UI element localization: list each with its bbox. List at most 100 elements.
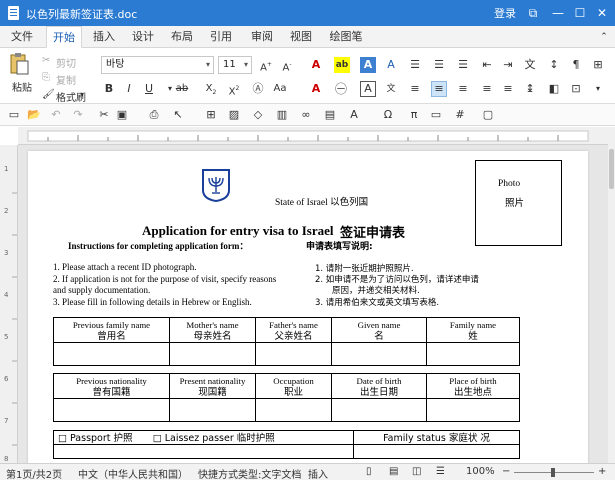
header-icon[interactable]: ▭: [428, 107, 444, 123]
shading-icon[interactable]: ◧: [546, 81, 562, 97]
table-icon[interactable]: ⊞: [203, 107, 219, 123]
vertical-scrollbar[interactable]: [608, 127, 615, 463]
paste-button[interactable]: 粘贴: [12, 79, 32, 94]
highlight-icon[interactable]: ab: [334, 57, 350, 73]
zoom-level[interactable]: 100%: [466, 466, 495, 477]
save-icon[interactable]: ▣: [114, 107, 130, 123]
document-canvas[interactable]: Photo 照片 State of Israel 以色列国 Applicatio…: [18, 145, 608, 463]
collapse-ribbon-icon[interactable]: ⌃: [597, 26, 611, 48]
input-cell[interactable]: [426, 342, 520, 366]
text-effect-icon[interactable]: Ⓐ: [250, 81, 266, 97]
language-status[interactable]: 中文（中华人民共和国）: [78, 466, 188, 480]
font-name-select[interactable]: 바탕 ▾: [101, 56, 214, 74]
close-icon[interactable]: ✕: [591, 2, 613, 24]
print-icon[interactable]: ⎙: [146, 107, 162, 123]
chevron-down-icon[interactable]: ▾: [80, 90, 84, 99]
vertical-ruler[interactable]: 1 2 3 4 5 6 7 8: [0, 145, 18, 463]
align-center-icon[interactable]: ≡: [431, 81, 447, 97]
char-shading-icon[interactable]: A: [360, 57, 376, 73]
textbox-icon[interactable]: ▤: [322, 107, 338, 123]
input-cell[interactable]: [255, 398, 332, 422]
tab-draw[interactable]: 绘图笔: [326, 26, 366, 48]
numbering-icon[interactable]: ☰: [431, 57, 447, 73]
tab-file[interactable]: 文件: [4, 26, 40, 48]
multilevel-list-icon[interactable]: ☰: [455, 57, 471, 73]
maximize-icon[interactable]: ☐: [569, 2, 591, 24]
char-border-icon[interactable]: A: [360, 81, 376, 97]
open-folder-icon[interactable]: 📂: [26, 107, 42, 123]
distribute-icon[interactable]: ≡: [500, 81, 516, 97]
zoom-in-icon[interactable]: +: [598, 466, 606, 477]
bullets-icon[interactable]: ☰: [407, 57, 423, 73]
format-painter-icon[interactable]: 🖌: [42, 89, 55, 100]
input-cell[interactable]: [331, 398, 427, 422]
strikethrough-icon[interactable]: ab: [174, 81, 190, 97]
read-mode-icon[interactable]: ▯: [366, 466, 372, 477]
font-size-select[interactable]: 11 ▾: [218, 56, 252, 74]
new-doc-icon[interactable]: ▭: [6, 107, 22, 123]
tab-view[interactable]: 视图: [283, 26, 319, 48]
tab-layout[interactable]: 布局: [164, 26, 200, 48]
paste-icon[interactable]: [9, 52, 29, 76]
chevron-down-icon[interactable]: ▾: [590, 81, 606, 97]
clear-format-icon[interactable]: A: [383, 57, 399, 73]
subscript-icon[interactable]: X2: [203, 81, 219, 97]
tab-home[interactable]: 开始: [46, 26, 82, 48]
input-cell[interactable]: [53, 444, 354, 459]
shrink-font-icon[interactable]: A-: [279, 57, 295, 73]
underline-icon[interactable]: U: [141, 81, 157, 97]
scroll-thumb[interactable]: [609, 149, 614, 189]
redo-icon[interactable]: ↷: [70, 107, 86, 123]
ribbon-display-icon[interactable]: ⧉: [522, 2, 544, 24]
show-marks-icon[interactable]: ¶: [568, 57, 584, 73]
phonetic-icon[interactable]: 文: [383, 81, 399, 97]
input-cell[interactable]: [426, 398, 520, 422]
laissez-passer-checkbox[interactable]: □ Laissez passer 临时护照: [153, 433, 275, 444]
decrease-indent-icon[interactable]: ⇤: [479, 57, 495, 73]
equation-icon[interactable]: π: [406, 107, 422, 123]
tab-design[interactable]: 设计: [125, 26, 161, 48]
insert-mode[interactable]: 插入: [308, 466, 328, 480]
copy-button[interactable]: 复制: [56, 72, 76, 87]
input-cell[interactable]: [169, 342, 256, 366]
outline-icon[interactable]: ☰: [436, 466, 445, 477]
tab-insert[interactable]: 插入: [86, 26, 122, 48]
symbol-icon[interactable]: Ω: [380, 107, 396, 123]
enclose-char-icon[interactable]: ㊀: [333, 81, 349, 97]
comment-icon[interactable]: ▢: [480, 107, 496, 123]
pointer-icon[interactable]: ↖: [170, 107, 186, 123]
input-cell[interactable]: [255, 342, 332, 366]
superscript-icon[interactable]: X2: [226, 81, 242, 97]
page-number-icon[interactable]: #: [452, 107, 468, 123]
input-cell[interactable]: [53, 342, 170, 366]
borders-icon[interactable]: ⊡: [568, 81, 584, 97]
italic-icon[interactable]: I: [121, 81, 137, 97]
justify-icon[interactable]: ≡: [479, 81, 495, 97]
web-layout-icon[interactable]: ◫: [412, 466, 421, 477]
copy-icon[interactable]: ⎘: [42, 72, 50, 83]
minimize-icon[interactable]: —: [547, 2, 569, 24]
chinese-layout-icon[interactable]: 文: [522, 57, 538, 73]
undo-icon[interactable]: ↶: [48, 107, 64, 123]
chart-icon[interactable]: ▥: [274, 107, 290, 123]
print-layout-icon[interactable]: ▤: [389, 466, 398, 477]
tab-references[interactable]: 引用: [203, 26, 239, 48]
input-cell[interactable]: [353, 444, 520, 459]
sort-icon[interactable]: ↕: [546, 57, 562, 73]
shapes-icon[interactable]: ◇: [250, 107, 266, 123]
increase-indent-icon[interactable]: ⇥: [500, 57, 516, 73]
horizontal-ruler[interactable]: [18, 127, 608, 145]
change-case-icon[interactable]: Aa: [272, 81, 288, 97]
zoom-slider-thumb[interactable]: [551, 468, 555, 477]
document-page[interactable]: Photo 照片 State of Israel 以色列国 Applicatio…: [28, 151, 588, 463]
font-color-icon[interactable]: A: [308, 57, 324, 73]
zoom-out-icon[interactable]: −: [502, 466, 510, 477]
login-link[interactable]: 登录: [494, 5, 516, 21]
tab-review[interactable]: 审阅: [244, 26, 280, 48]
grow-font-icon[interactable]: A+: [258, 57, 274, 73]
cut-button[interactable]: 剪切: [56, 55, 76, 70]
cut-icon[interactable]: ✂: [42, 55, 50, 66]
cut-toolbar-icon[interactable]: ✂: [96, 107, 112, 123]
line-spacing-icon[interactable]: ↨: [522, 81, 538, 97]
align-left-icon[interactable]: ≡: [407, 81, 423, 97]
